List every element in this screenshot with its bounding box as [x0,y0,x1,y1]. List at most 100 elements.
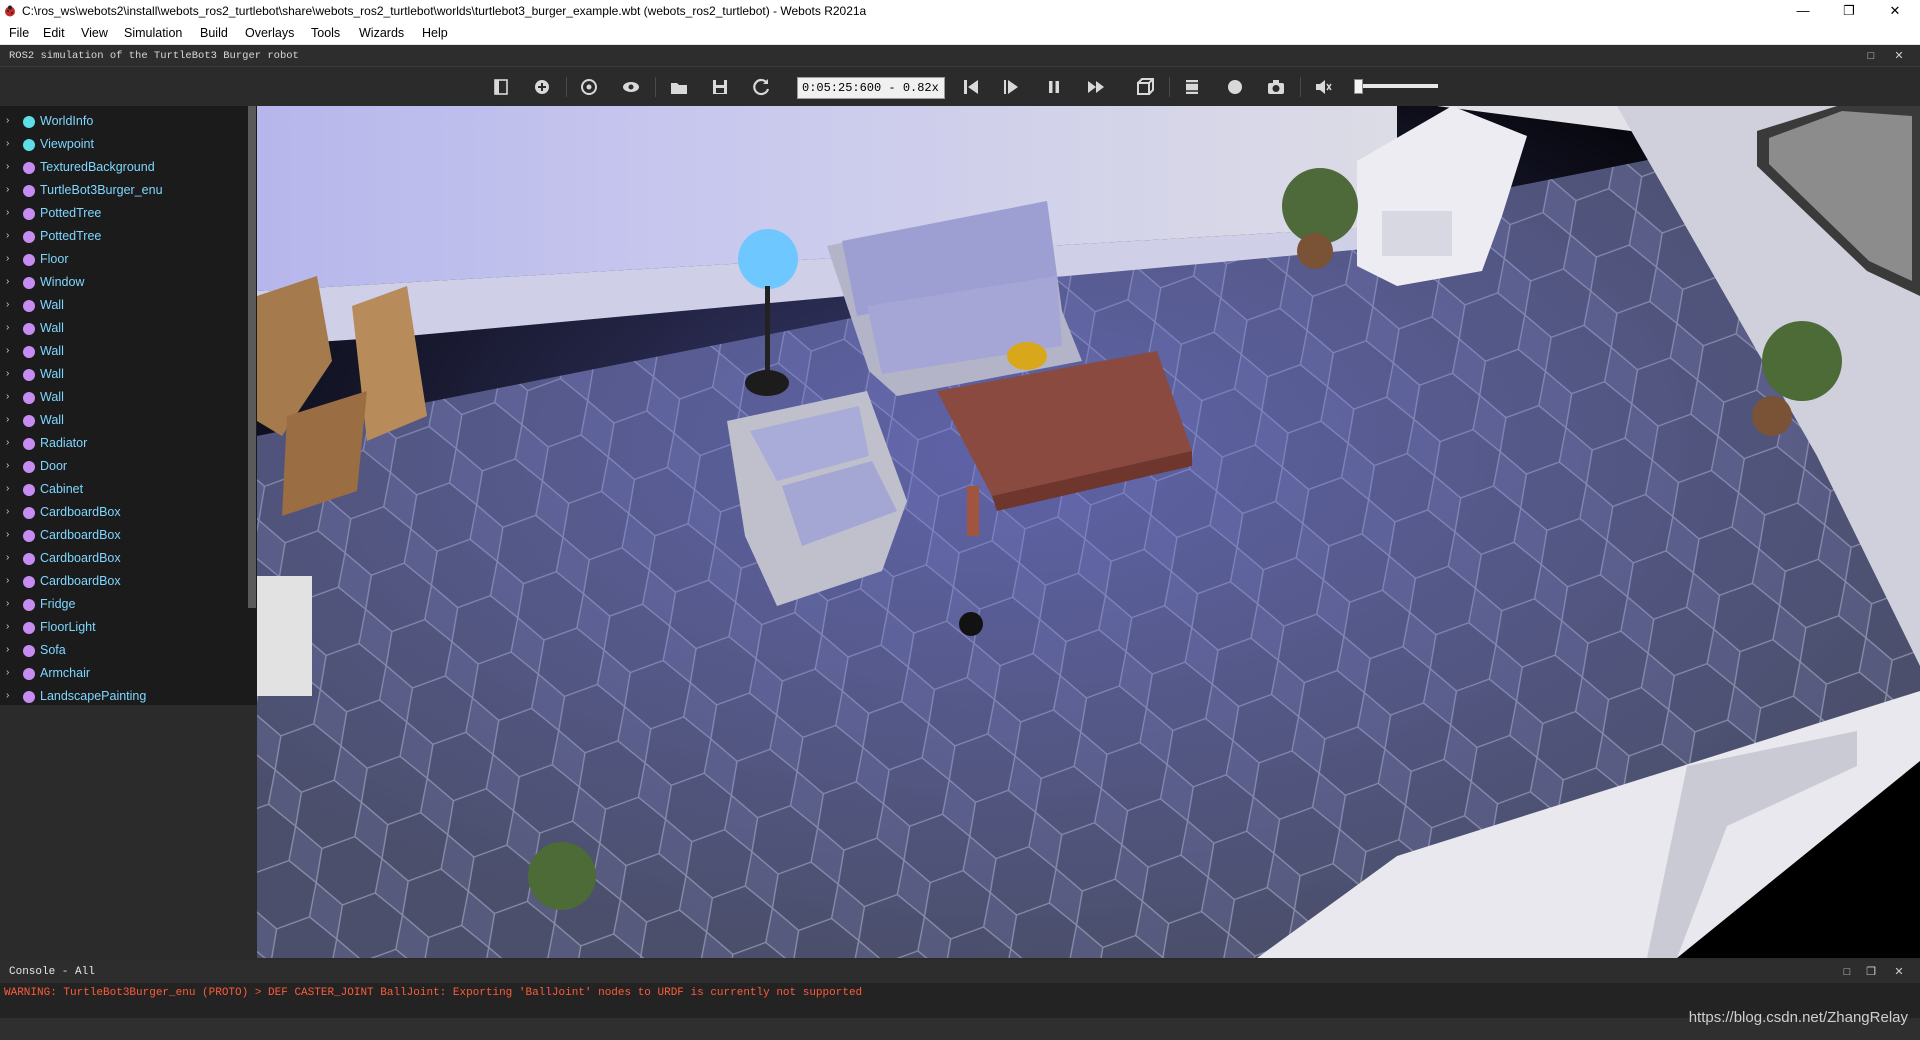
reset-simulation-icon[interactable] [960,76,982,98]
rendering-icon[interactable] [1134,76,1156,98]
menu-edit[interactable]: Edit [41,26,67,40]
scene-tree-item[interactable]: › TexturedBackground [0,156,250,179]
chevron-right-icon[interactable]: › [6,276,9,287]
scene-tree-item-label: LandscapePainting [40,689,147,703]
add-node-icon[interactable] [531,76,553,98]
chevron-right-icon[interactable]: › [6,644,9,655]
close-button[interactable]: ✕ [1872,0,1918,23]
viewpoint-icon[interactable] [620,76,642,98]
menu-help[interactable]: Help [420,26,450,40]
chevron-right-icon[interactable]: › [6,690,9,701]
chevron-right-icon[interactable]: › [6,460,9,471]
chevron-right-icon[interactable]: › [6,414,9,425]
scene-tree-item[interactable]: › Fridge [0,593,250,616]
node-type-icon [23,254,35,266]
scene-tree-scrollbar[interactable] [248,106,256,608]
chevron-right-icon[interactable]: › [6,391,9,402]
restore-button[interactable]: ❐ [1826,0,1872,23]
mute-icon[interactable] [1312,76,1334,98]
chevron-right-icon[interactable]: › [6,506,9,517]
3d-view[interactable] [257,106,1920,958]
menu-wizards[interactable]: Wizards [357,26,406,40]
scene-tree-item[interactable]: › Radiator [0,432,250,455]
hide-scene-tree-icon[interactable] [490,76,512,98]
chevron-right-icon[interactable]: › [6,253,9,264]
scene-tree-item[interactable]: › Cabinet [0,478,250,501]
reset-view-icon[interactable] [578,76,600,98]
chevron-right-icon[interactable]: › [6,161,9,172]
fast-forward-icon[interactable] [1085,76,1107,98]
volume-slider-track[interactable] [1354,84,1438,88]
pause-icon[interactable] [1043,76,1065,98]
scene-tree-item[interactable]: › Wall [0,409,250,432]
chevron-right-icon[interactable]: › [6,598,9,609]
scene-tree-item[interactable]: › CardboardBox [0,570,250,593]
chevron-right-icon[interactable]: › [6,437,9,448]
scene-tree-item[interactable]: › FloorLight [0,616,250,639]
node-type-icon [23,185,35,197]
scene-tree-item[interactable]: › Wall [0,340,250,363]
node-type-icon [23,323,35,335]
scene-tree-item[interactable]: › CardboardBox [0,501,250,524]
scene-tree-item[interactable]: › Armchair [0,662,250,685]
scene-tree-item[interactable]: › Floor [0,248,250,271]
save-world-icon[interactable] [709,76,731,98]
scene-tree-item[interactable]: › Window [0,271,250,294]
node-type-icon [23,668,35,680]
maximize-view-icon[interactable]: □ [1864,49,1878,63]
scene-tree-item[interactable]: › Door [0,455,250,478]
chevron-right-icon[interactable]: › [6,552,9,563]
chevron-right-icon[interactable]: › [6,184,9,195]
chevron-right-icon[interactable]: › [6,322,9,333]
open-world-icon[interactable] [668,76,690,98]
scene-tree-item[interactable]: › Sofa [0,639,250,662]
scene-tree-item[interactable]: › CardboardBox [0,524,250,547]
scene-tree-item[interactable]: › Wall [0,317,250,340]
record-animation-icon[interactable] [1224,76,1246,98]
chevron-right-icon[interactable]: › [6,529,9,540]
scene-tree-item[interactable]: › Wall [0,386,250,409]
console-float-icon[interactable]: ❐ [1864,965,1878,979]
scene-tree-item[interactable]: › PottedTree [0,202,250,225]
scene-tree-item-label: Fridge [40,597,76,611]
close-view-icon[interactable]: ✕ [1892,49,1906,63]
chevron-right-icon[interactable]: › [6,230,9,241]
step-icon[interactable] [1001,76,1023,98]
scene-tree-item[interactable]: › Viewpoint [0,133,250,156]
menu-simulation[interactable]: Simulation [122,26,184,40]
chevron-right-icon[interactable]: › [6,138,9,149]
chevron-right-icon[interactable]: › [6,115,9,126]
chevron-right-icon[interactable]: › [6,368,9,379]
chevron-right-icon[interactable]: › [6,667,9,678]
menu-overlays[interactable]: Overlays [243,26,296,40]
chevron-right-icon[interactable]: › [6,621,9,632]
node-type-icon [23,576,35,588]
scene-tree-item-label: Sofa [40,643,66,657]
screenshot-icon[interactable] [1265,76,1287,98]
scene-tree-item[interactable]: › WorldInfo [0,110,250,133]
chevron-right-icon[interactable]: › [6,575,9,586]
chevron-right-icon[interactable]: › [6,345,9,356]
menu-tools[interactable]: Tools [309,26,342,40]
console-maximize-icon[interactable]: □ [1840,965,1854,979]
scene-tree-item[interactable]: › TurtleBot3Burger_enu [0,179,250,202]
minimize-button[interactable]: — [1780,0,1826,23]
scene-tree-item[interactable]: › Wall [0,294,250,317]
record-movie-icon[interactable] [1181,76,1203,98]
menu-file[interactable]: File [7,26,31,40]
chevron-right-icon[interactable]: › [6,483,9,494]
scene-tree-item[interactable]: › Wall [0,363,250,386]
3d-scene-render[interactable] [257,106,1920,958]
node-type-icon [23,622,35,634]
chevron-right-icon[interactable]: › [6,207,9,218]
scene-tree-item[interactable]: › CardboardBox [0,547,250,570]
chevron-right-icon[interactable]: › [6,299,9,310]
console-panel: Console - All □ ❐ ✕ WARNING: TurtleBot3B… [0,961,1920,1040]
console-close-icon[interactable]: ✕ [1892,965,1906,979]
menu-build[interactable]: Build [198,26,230,40]
menu-view[interactable]: View [79,26,110,40]
scene-tree-item-label: Radiator [40,436,88,450]
scene-tree-item[interactable]: › PottedTree [0,225,250,248]
reload-world-icon[interactable] [751,76,773,98]
volume-slider-handle[interactable] [1354,79,1363,94]
